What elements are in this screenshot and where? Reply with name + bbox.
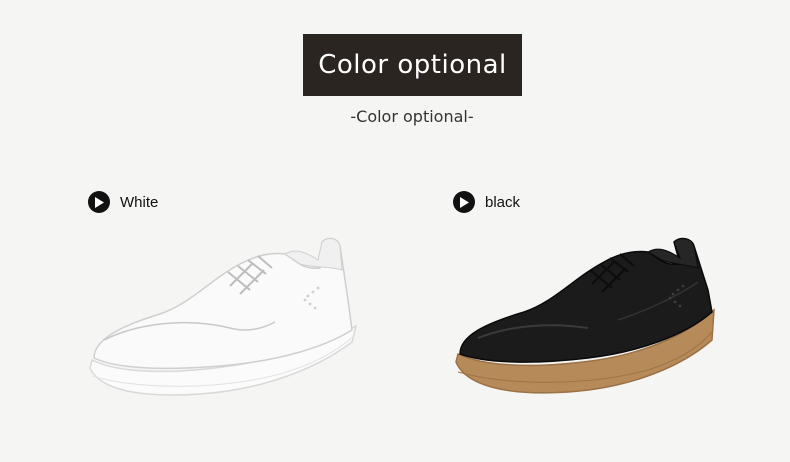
black-shoe-image — [455, 237, 715, 394]
page-title: Color optional — [318, 50, 507, 80]
page-subtitle: -Color optional- — [350, 107, 474, 126]
variant-black[interactable]: black — [453, 191, 520, 213]
variant-white[interactable]: White — [88, 191, 158, 213]
variant-label-black: black — [485, 193, 521, 211]
play-icon — [88, 191, 110, 213]
variant-label-white: White — [120, 193, 159, 211]
title-banner: Color optional — [303, 34, 522, 96]
play-icon — [453, 191, 475, 213]
white-shoe-image — [89, 237, 358, 396]
